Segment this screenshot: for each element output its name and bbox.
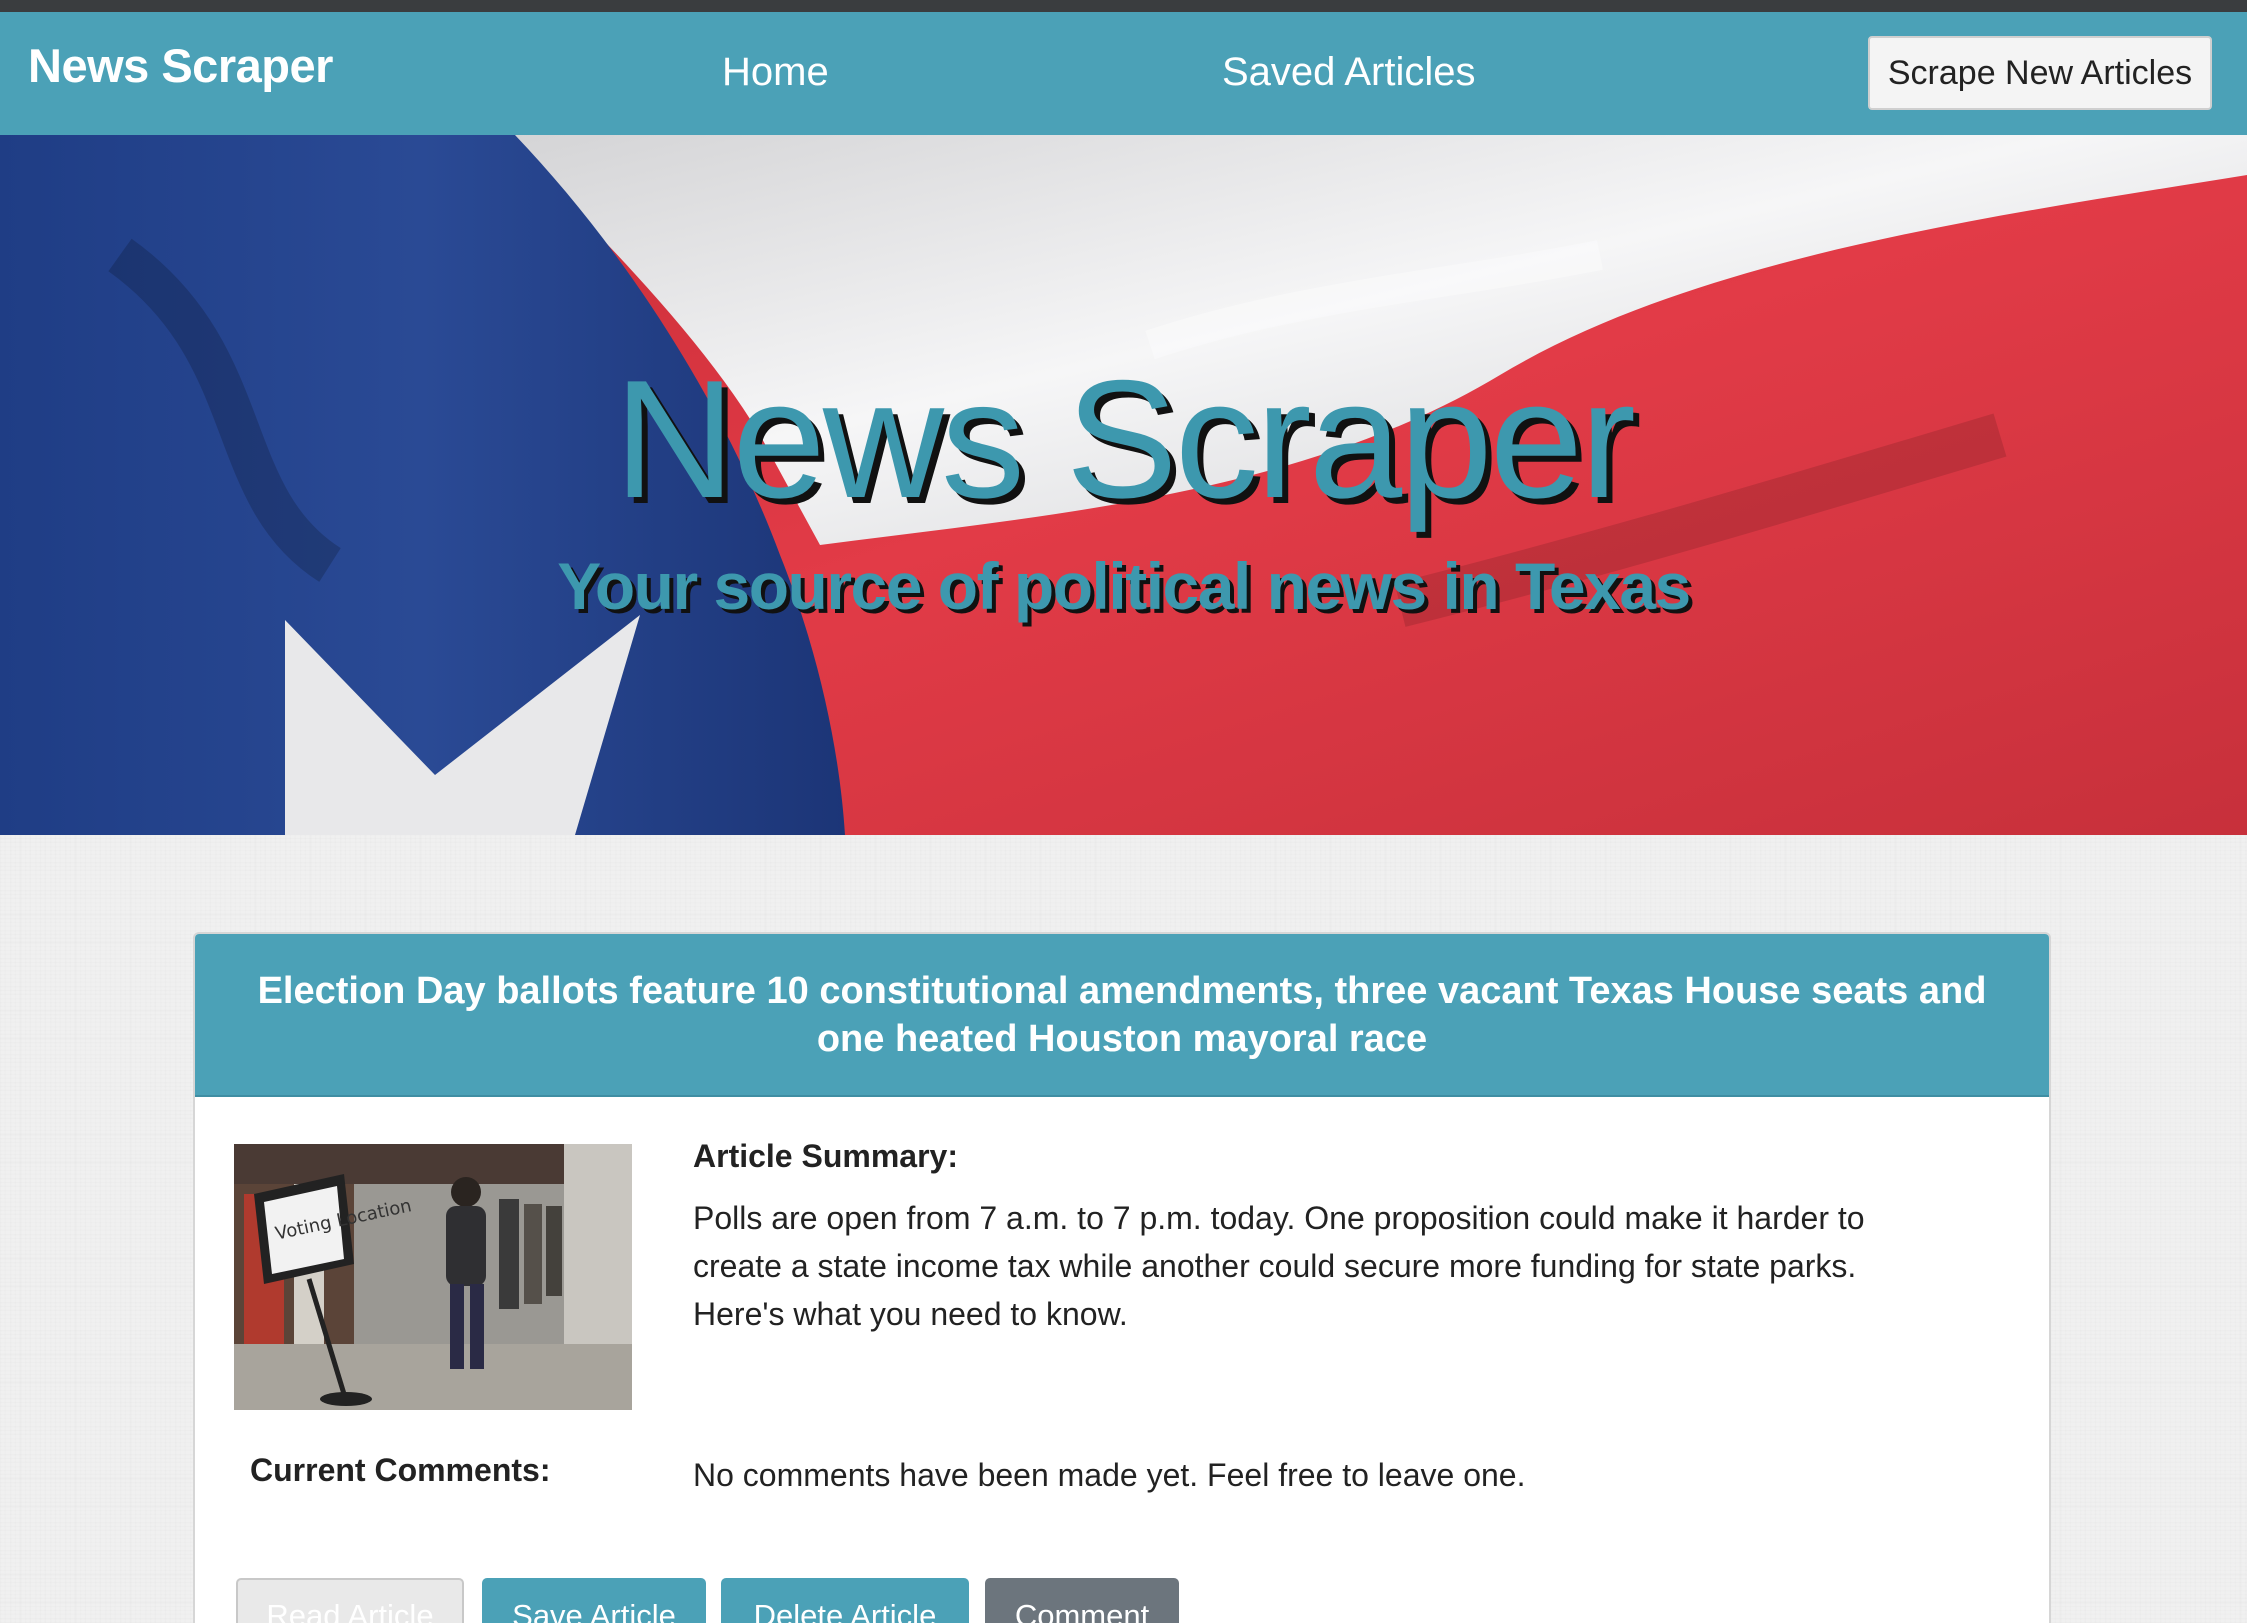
read-article-button[interactable]: Read Article [236,1578,464,1623]
article-thumbnail: Voting Location [234,1144,632,1410]
hero-subtitle: Your source of political news in Texas [557,549,1691,623]
hero-banner: News Scraper Your source of political ne… [0,135,2247,835]
scrape-new-articles-button[interactable]: Scrape New Articles [1868,36,2212,110]
article-card-header: Election Day ballots feature 10 constitu… [195,934,2049,1097]
navbar-brand[interactable]: News Scraper [28,38,333,93]
article-summary-label: Article Summary: [693,1138,958,1174]
nav-link-saved-articles[interactable]: Saved Articles [1222,50,1475,95]
save-article-button[interactable]: Save Article [482,1578,706,1623]
nav-link-home[interactable]: Home [722,50,829,95]
hero-title: News Scraper [613,345,1636,533]
window-top-strip [0,0,2247,12]
navbar: News Scraper Home Saved Articles Scrape … [0,12,2247,135]
article-title: Election Day ballots feature 10 constitu… [257,969,1987,1060]
current-comments-label: Current Comments: [250,1452,551,1488]
comments-empty-message: No comments have been made yet. Feel fre… [693,1457,1526,1493]
delete-article-button[interactable]: Delete Article [721,1578,969,1623]
comment-button[interactable]: Comment [985,1578,1179,1623]
article-summary-text: Polls are open from 7 a.m. to 7 p.m. tod… [693,1200,1865,1332]
article-card: Election Day ballots feature 10 constitu… [193,932,2051,1623]
